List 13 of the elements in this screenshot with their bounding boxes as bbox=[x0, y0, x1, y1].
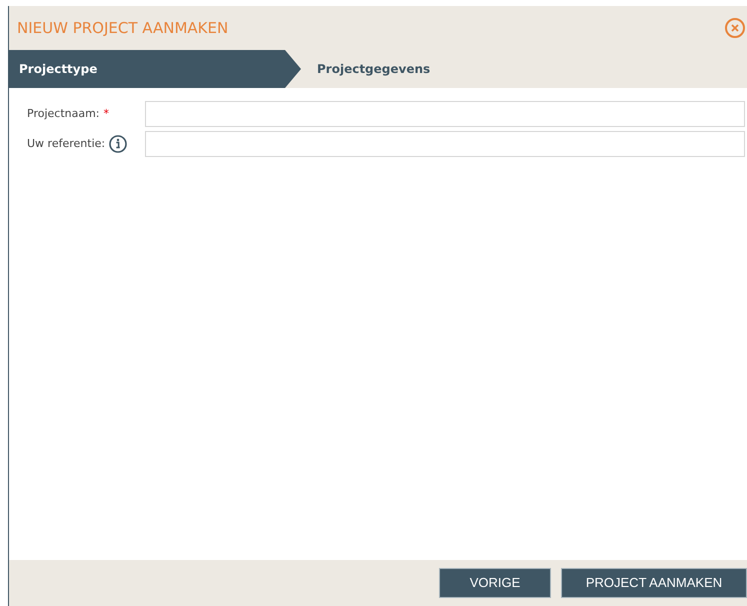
required-mark: * bbox=[104, 106, 110, 122]
step-tab[interactable]: Projectgegevens bbox=[301, 50, 446, 88]
close-icon bbox=[731, 24, 739, 32]
footer-button[interactable]: VORIGE bbox=[439, 568, 551, 598]
text-input[interactable] bbox=[145, 131, 745, 157]
dialog-title: NIEUW PROJECT AANMAKEN bbox=[17, 18, 228, 39]
footer-button[interactable]: PROJECT AANMAKEN bbox=[561, 568, 747, 598]
step-tab[interactable]: Projecttype bbox=[9, 50, 301, 88]
field-label: Uw referentie: bbox=[27, 136, 106, 152]
field-label: Projectnaam: bbox=[27, 106, 100, 122]
text-input[interactable] bbox=[145, 101, 745, 127]
info-icon[interactable] bbox=[109, 135, 128, 153]
close-button[interactable] bbox=[725, 18, 745, 38]
